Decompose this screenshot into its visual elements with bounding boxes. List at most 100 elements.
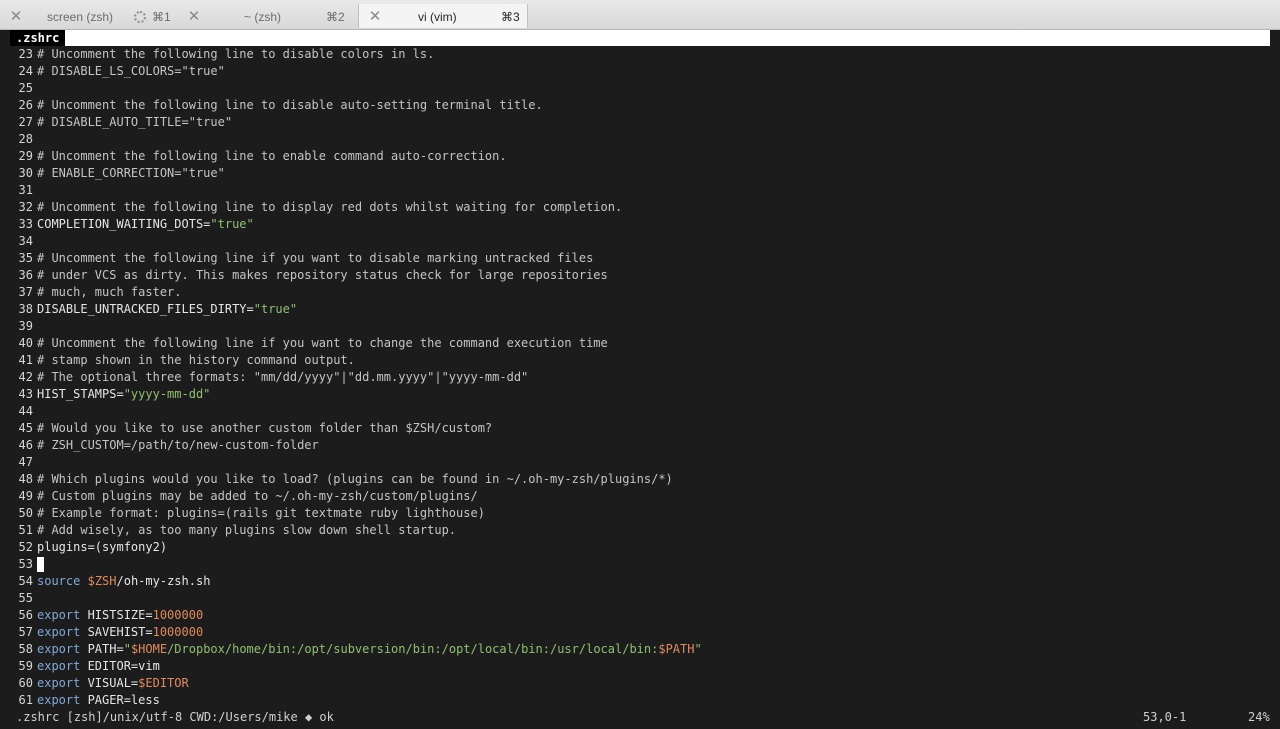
line-code: # Add wisely, as too many plugins slow d…	[37, 522, 456, 539]
editor-line[interactable]: 26 # Uncomment the following line to disa…	[10, 97, 1270, 114]
line-number: 33	[18, 217, 33, 231]
code-token: "	[694, 642, 702, 656]
editor-line[interactable]: 43 HIST_STAMPS="yyyy-mm-dd"	[10, 386, 1270, 403]
editor-line[interactable]: 59 export EDITOR=vim	[10, 658, 1270, 675]
code-token: # The optional three formats: "mm/dd/yyy…	[37, 370, 529, 384]
editor-line[interactable]: 44	[10, 403, 1270, 420]
activity-spinner-icon	[134, 11, 146, 23]
code-token: "yyyy-mm-dd"	[123, 387, 211, 401]
editor-line[interactable]: 28	[10, 131, 1270, 148]
editor-line[interactable]: 46 # ZSH_CUSTOM=/path/to/new-custom-folde…	[10, 437, 1270, 454]
editor-line[interactable]: 32 # Uncomment the following line to disp…	[10, 199, 1270, 216]
editor-lines[interactable]: 23 # Uncomment the following line to disa…	[10, 46, 1270, 709]
line-code: export VISUAL=$EDITOR	[37, 675, 189, 692]
tab-home-zsh[interactable]: ✕ ~ (zsh) ⌘2	[178, 4, 358, 28]
line-number: 24	[18, 64, 33, 78]
line-code: # under VCS as dirty. This makes reposit…	[37, 267, 608, 284]
editor-line[interactable]: 54 source $ZSH/oh-my-zsh.sh	[10, 573, 1270, 590]
editor-line[interactable]: 25	[10, 80, 1270, 97]
editor-line[interactable]: 47	[10, 454, 1270, 471]
line-code: plugins=(symfony2)	[37, 539, 167, 556]
editor-line[interactable]: 36 # under VCS as dirty. This makes repos…	[10, 267, 1270, 284]
editor-line[interactable]: 60 export VISUAL=$EDITOR	[10, 675, 1270, 692]
editor-line[interactable]: 34	[10, 233, 1270, 250]
editor-line[interactable]: 48 # Which plugins would you like to load…	[10, 471, 1270, 488]
editor-line[interactable]: 31	[10, 182, 1270, 199]
line-number: 55	[18, 591, 33, 605]
editor-line[interactable]: 42 # The optional three formats: "mm/dd/y…	[10, 369, 1270, 386]
vim-buffer-line: .zshrc	[10, 30, 1270, 46]
line-code: export PATH="$HOME/Dropbox/home/bin:/opt…	[37, 641, 702, 658]
line-number: 28	[18, 132, 33, 146]
line-number: 39	[18, 319, 33, 333]
editor-line[interactable]: 24 # DISABLE_LS_COLORS="true"	[10, 63, 1270, 80]
editor-line[interactable]: 39	[10, 318, 1270, 335]
code-token: SAVEHIST=	[80, 625, 153, 639]
code-token: "true"	[210, 217, 254, 231]
line-code: # stamp shown in the history command out…	[37, 352, 355, 369]
code-token: HIST_STAMPS=	[37, 387, 124, 401]
editor-line[interactable]: 50 # Example format: plugins=(rails git t…	[10, 505, 1270, 522]
close-icon[interactable]: ✕	[367, 8, 383, 24]
editor-line[interactable]: 58 export PATH="$HOME/Dropbox/home/bin:/o…	[10, 641, 1270, 658]
code-token: export	[37, 659, 81, 673]
tab-vi-vim[interactable]: ✕ vi (vim) ⌘3	[358, 4, 528, 28]
line-code: # Custom plugins may be added to ~/.oh-m…	[37, 488, 478, 505]
line-number: 41	[18, 353, 33, 367]
line-number: 53	[18, 557, 33, 571]
code-token: $PATH	[658, 642, 695, 656]
editor-line[interactable]: 27 # DISABLE_AUTO_TITLE="true"	[10, 114, 1270, 131]
editor-line[interactable]: 30 # ENABLE_CORRECTION="true"	[10, 165, 1270, 182]
editor-line[interactable]: 57 export SAVEHIST=1000000	[10, 624, 1270, 641]
line-code: source $ZSH/oh-my-zsh.sh	[37, 573, 210, 590]
line-code: # DISABLE_AUTO_TITLE="true"	[37, 114, 232, 131]
code-token: # Uncomment the following line to disabl…	[37, 98, 543, 112]
code-token: $EDITOR	[138, 676, 189, 690]
editor-line[interactable]: 55	[10, 590, 1270, 607]
editor-line[interactable]: 33 COMPLETION_WAITING_DOTS="true"	[10, 216, 1270, 233]
editor-line[interactable]: 38 DISABLE_UNTRACKED_FILES_DIRTY="true"	[10, 301, 1270, 318]
editor-line[interactable]: 41 # stamp shown in the history command o…	[10, 352, 1270, 369]
code-token: "true"	[253, 302, 298, 316]
editor-line[interactable]: 35 # Uncomment the following line if you …	[10, 250, 1270, 267]
line-code: # The optional three formats: "mm/dd/yyy…	[37, 369, 528, 386]
code-token: plugins=(symfony2)	[37, 540, 168, 554]
editor-line[interactable]: 23 # Uncomment the following line to disa…	[10, 46, 1270, 63]
tab-screen-zsh[interactable]: ✕ screen (zsh) ⌘1	[0, 4, 178, 28]
code-token: VISUAL=	[80, 676, 139, 690]
line-number: 25	[18, 81, 33, 95]
editor-line[interactable]: 52 plugins=(symfony2)	[10, 539, 1270, 556]
close-icon[interactable]: ✕	[8, 8, 24, 24]
editor-line[interactable]: 61 export PAGER=less	[10, 692, 1270, 709]
line-number: 45	[18, 421, 33, 435]
code-token: PAGER=less	[80, 693, 160, 707]
editor-line[interactable]: 40 # Uncomment the following line if you …	[10, 335, 1270, 352]
code-token: export	[37, 693, 81, 707]
code-token: export	[37, 608, 81, 622]
line-number: 56	[18, 608, 33, 622]
code-token: # ENABLE_CORRECTION="true"	[37, 166, 225, 180]
line-code: # ZSH_CUSTOM=/path/to/new-custom-folder	[37, 437, 319, 454]
editor-line[interactable]: 53	[10, 556, 1270, 573]
editor-line[interactable]: 49 # Custom plugins may be added to ~/.oh…	[10, 488, 1270, 505]
terminal-pane[interactable]: .zshrc 23 # Uncomment the following line …	[10, 30, 1270, 720]
line-code: COMPLETION_WAITING_DOTS="true"	[37, 216, 254, 233]
buffer-tab[interactable]: .zshrc	[10, 30, 66, 46]
editor-line[interactable]: 45 # Would you like to use another custom…	[10, 420, 1270, 437]
tab-shortcut: ⌘2	[326, 10, 345, 24]
editor-line[interactable]: 29 # Uncomment the following line to enab…	[10, 148, 1270, 165]
code-token: # Uncomment the following line to enable…	[37, 149, 507, 163]
editor-line[interactable]: 56 export HISTSIZE=1000000	[10, 607, 1270, 624]
code-token: # Uncomment the following line if you wa…	[37, 336, 608, 350]
line-code: # Would you like to use another custom f…	[37, 420, 492, 437]
code-token: export	[37, 676, 81, 690]
close-icon[interactable]: ✕	[186, 8, 202, 24]
line-number: 40	[18, 336, 33, 350]
editor-line[interactable]: 37 # much, much faster.	[10, 284, 1270, 301]
line-number: 30	[18, 166, 33, 180]
code-token: # much, much faster.	[37, 285, 182, 299]
editor-line[interactable]: 51 # Add wisely, as too many plugins slow…	[10, 522, 1270, 539]
status-scroll-percent: 24%	[1248, 710, 1270, 724]
code-token: # Add wisely, as too many plugins slow d…	[37, 523, 457, 537]
line-code: # Uncomment the following line to disabl…	[37, 46, 434, 63]
